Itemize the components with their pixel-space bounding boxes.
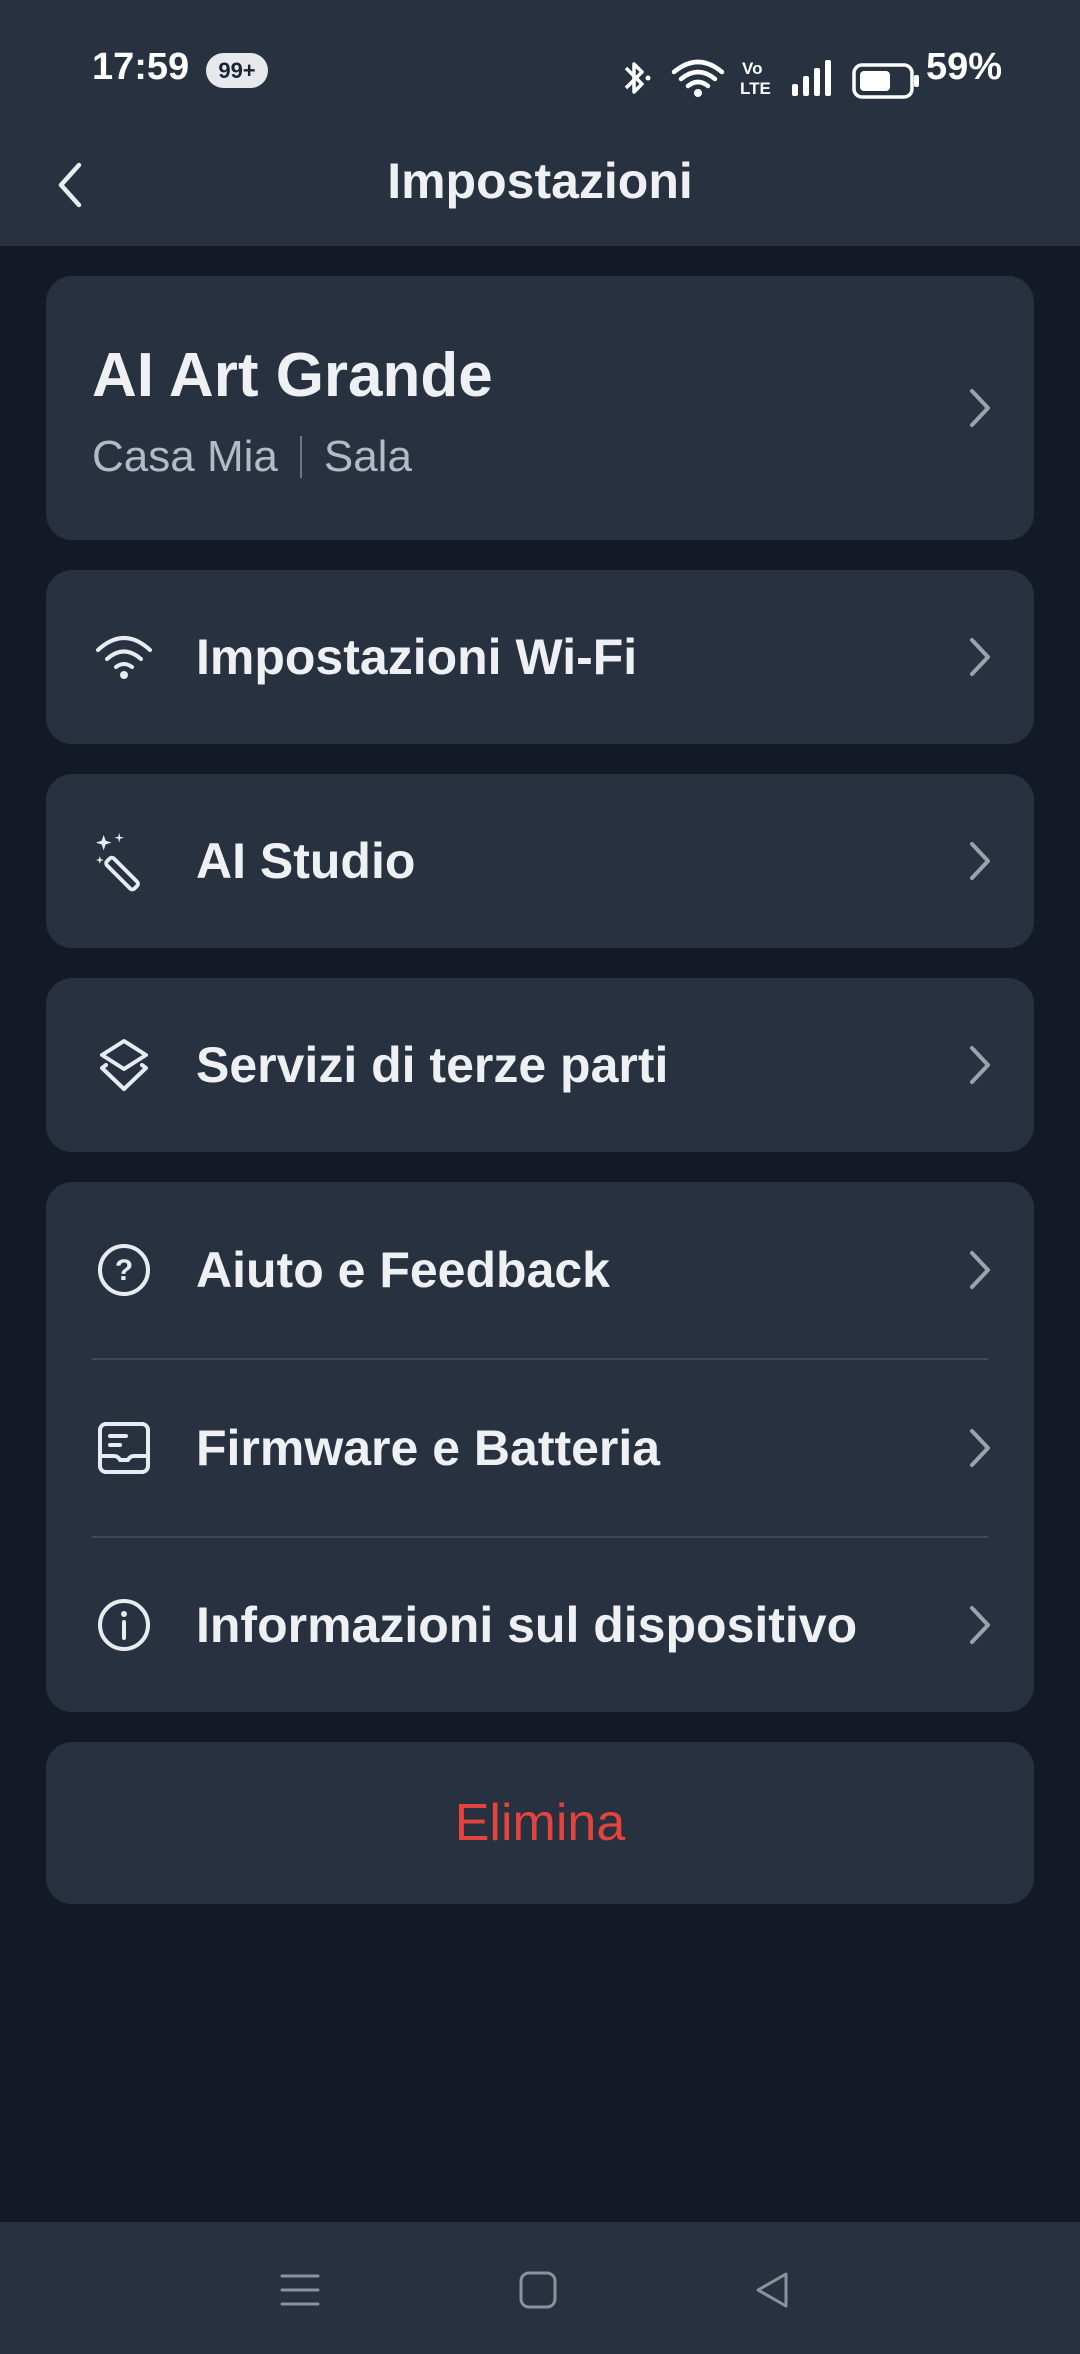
menu-item-label: Impostazioni Wi-Fi bbox=[196, 629, 638, 685]
chevron-right-icon bbox=[962, 1245, 996, 1295]
menu-item-label: Servizi di terze parti bbox=[196, 1037, 669, 1093]
volte-icon: Vo LTE bbox=[740, 59, 771, 98]
chevron-right-icon bbox=[962, 383, 996, 433]
chevron-right-icon bbox=[962, 1600, 996, 1650]
menu-icon bbox=[280, 2274, 320, 2306]
device-card[interactable]: AI Art Grande Casa Mia Sala bbox=[46, 276, 1034, 540]
battery-percentage: 59% bbox=[926, 46, 1003, 88]
magic-wand-icon bbox=[94, 831, 154, 892]
home-square-icon bbox=[519, 2271, 557, 2309]
info-circle-icon bbox=[94, 1595, 154, 1655]
location-separator bbox=[299, 436, 302, 478]
menu-item-label: Informazioni sul dispositivo bbox=[196, 1597, 858, 1653]
layers-icon bbox=[94, 1035, 154, 1095]
chevron-right-icon bbox=[962, 632, 996, 682]
menu-item-label: AI Studio bbox=[196, 833, 416, 889]
menu-item-ai-studio[interactable]: AI Studio bbox=[46, 774, 1034, 948]
app-header: 17:59 99+ Vo LTE 59% Impostazioni bbox=[0, 0, 1080, 246]
triangle-back-icon bbox=[756, 2272, 788, 2308]
ai-studio-card[interactable]: AI Studio bbox=[46, 774, 1034, 948]
menu-item-wifi[interactable]: Impostazioni Wi-Fi bbox=[46, 570, 1034, 744]
battery-icon bbox=[852, 63, 919, 99]
status-time: 17:59 bbox=[92, 46, 190, 88]
svg-text:LTE: LTE bbox=[740, 79, 771, 98]
menu-item-third-party[interactable]: Servizi di terze parti bbox=[46, 978, 1034, 1152]
help-circle-icon: ? bbox=[94, 1240, 154, 1300]
menu-item-label: Aiuto e Feedback bbox=[196, 1242, 610, 1298]
cellular-signal-icon bbox=[792, 60, 831, 96]
menu-item-firmware[interactable]: Firmware e Batteria bbox=[46, 1360, 1034, 1536]
menu-item-label: Firmware e Batteria bbox=[196, 1420, 661, 1476]
menu-item-device-info[interactable]: Informazioni sul dispositivo bbox=[46, 1538, 1034, 1712]
nav-home-button[interactable] bbox=[508, 2262, 568, 2318]
device-name: AI Art Grande bbox=[92, 341, 493, 410]
wifi-signal-icon bbox=[671, 59, 725, 97]
status-bar: 17:59 99+ Vo LTE 59% bbox=[0, 0, 1080, 140]
notification-count-badge: 99+ bbox=[206, 53, 268, 88]
wifi-settings-card[interactable]: Impostazioni Wi-Fi bbox=[46, 570, 1034, 744]
svg-text:Vo: Vo bbox=[742, 59, 762, 78]
chevron-right-icon bbox=[962, 836, 996, 886]
chevron-right-icon bbox=[962, 1040, 996, 1090]
page-title: Impostazioni bbox=[387, 153, 693, 209]
system-nav-bar bbox=[0, 2222, 1080, 2354]
device-room: Sala bbox=[323, 432, 412, 481]
third-party-services-card[interactable]: Servizi di terze parti bbox=[46, 978, 1034, 1152]
device-location: Casa Mia Sala bbox=[92, 432, 412, 482]
bluetooth-icon bbox=[624, 62, 651, 94]
device-home: Casa Mia bbox=[92, 432, 278, 481]
wifi-icon bbox=[94, 627, 154, 687]
delete-label: Elimina bbox=[454, 1794, 626, 1852]
firmware-icon bbox=[94, 1418, 154, 1478]
svg-text:?: ? bbox=[115, 1254, 133, 1287]
chevron-right-icon bbox=[962, 1423, 996, 1473]
support-group-card: ? Aiuto e Feedback Firmware e Batteria I… bbox=[46, 1182, 1034, 1712]
menu-item-help[interactable]: ? Aiuto e Feedback bbox=[46, 1182, 1034, 1358]
delete-button[interactable]: Elimina bbox=[46, 1742, 1034, 1904]
nav-back-button[interactable] bbox=[742, 2262, 802, 2318]
nav-menu-button[interactable] bbox=[270, 2262, 330, 2318]
